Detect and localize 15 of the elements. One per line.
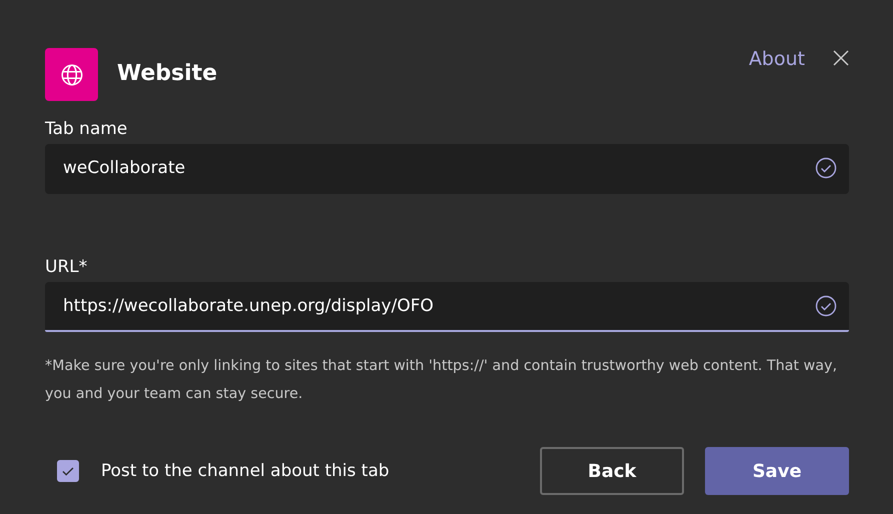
- valid-check-icon: [815, 295, 837, 317]
- close-icon[interactable]: [833, 50, 849, 66]
- valid-check-icon: [815, 157, 837, 179]
- checkbox[interactable]: [57, 460, 79, 482]
- input-field[interactable]: weCollaborate: [45, 144, 849, 194]
- field-label: URL*: [45, 256, 88, 279]
- back-button[interactable]: Back: [540, 447, 684, 495]
- dialog-title: Website: [117, 61, 218, 86]
- website-logo-icon: [45, 48, 98, 101]
- about-link[interactable]: About: [748, 48, 805, 70]
- checkbox-label: Post to the channel about this tab: [101, 461, 390, 481]
- input-field[interactable]: https://wecollaborate.unep.org/display/OFO: [45, 282, 849, 332]
- save-button[interactable]: Save: [705, 447, 849, 495]
- help-text: *Make sure you're only linking to sites that start with 'https://' and contain trustworthy web content. That way, you and your team can stay secure.: [45, 357, 838, 404]
- field-label: Tab name: [45, 118, 128, 141]
